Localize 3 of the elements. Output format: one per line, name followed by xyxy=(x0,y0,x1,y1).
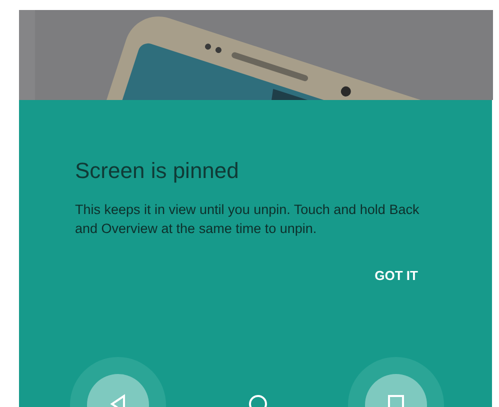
dialog-message: This keeps it in view until you unpin. Touch and hold Back and Overview at the same time to unpin. xyxy=(75,201,420,238)
dialog-title: Screen is pinned xyxy=(75,158,240,184)
got-it-button[interactable]: GOT IT xyxy=(370,264,422,287)
